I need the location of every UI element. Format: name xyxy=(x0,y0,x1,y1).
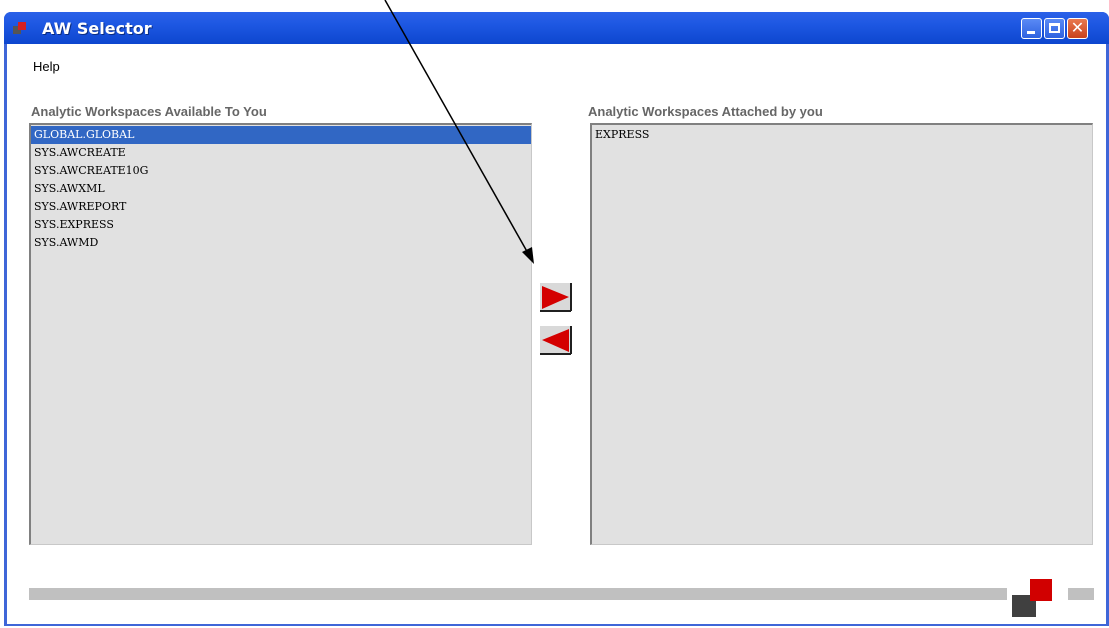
detach-left-arrow-button[interactable] xyxy=(539,325,572,355)
window-title: AW Selector xyxy=(42,19,152,38)
list-item[interactable]: SYS.AWCREATE xyxy=(31,144,531,162)
status-bar-end xyxy=(1068,588,1094,600)
maximize-icon xyxy=(1049,23,1060,33)
attach-right-arrow-button[interactable] xyxy=(539,282,572,312)
minimize-button[interactable] xyxy=(1021,18,1042,39)
attached-workspaces-list[interactable]: EXPRESS xyxy=(590,123,1093,545)
close-button[interactable]: ✕ xyxy=(1067,18,1088,39)
status-bar xyxy=(29,588,1007,600)
close-icon: ✕ xyxy=(1070,20,1085,37)
available-workspaces-list[interactable]: GLOBAL.GLOBAL SYS.AWCREATE SYS.AWCREATE10G… xyxy=(29,123,532,545)
list-item[interactable]: SYS.AWMD xyxy=(31,234,531,252)
oracle-logo-icon xyxy=(1012,579,1052,619)
app-icon xyxy=(13,21,27,35)
attached-workspaces-label: Analytic Workspaces Attached by you xyxy=(588,104,823,119)
list-item[interactable]: GLOBAL.GLOBAL xyxy=(31,126,531,144)
list-item[interactable]: SYS.AWCREATE10G xyxy=(31,162,531,180)
maximize-button[interactable] xyxy=(1044,18,1065,39)
available-workspaces-label: Analytic Workspaces Available To You xyxy=(31,104,267,119)
window-client-area: Help Analytic Workspaces Available To Yo… xyxy=(7,44,1106,624)
title-bar[interactable]: AW Selector ✕ xyxy=(4,12,1109,44)
list-item[interactable]: SYS.EXPRESS xyxy=(31,216,531,234)
minimize-icon xyxy=(1027,31,1035,34)
list-item[interactable]: SYS.AWXML xyxy=(31,180,531,198)
list-item[interactable]: SYS.AWREPORT xyxy=(31,198,531,216)
list-item[interactable]: EXPRESS xyxy=(592,126,1092,144)
menu-item-help[interactable]: Help xyxy=(33,59,60,74)
aw-selector-window: AW Selector ✕ Help Analytic Workspaces A… xyxy=(4,12,1109,626)
